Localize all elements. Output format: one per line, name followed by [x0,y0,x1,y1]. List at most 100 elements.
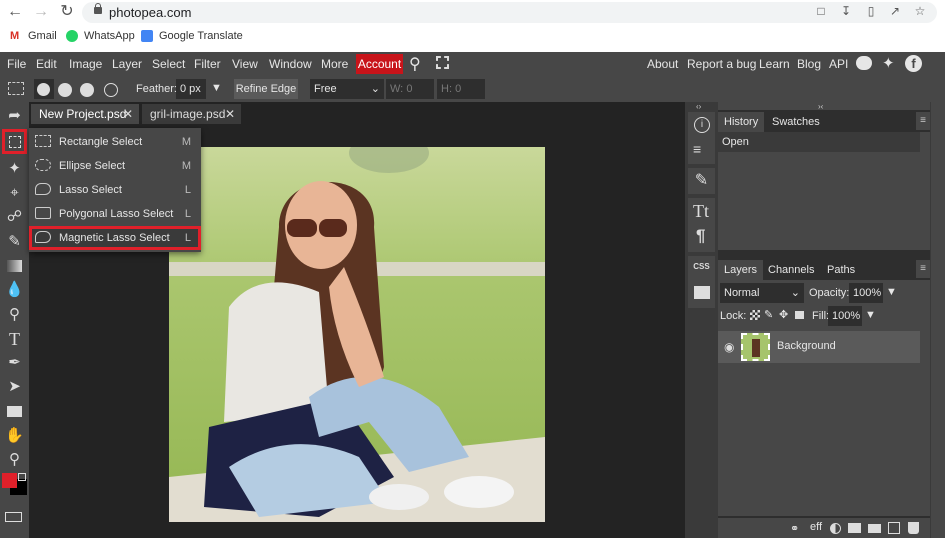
paragraph-icon[interactable]: ¶ [696,226,705,246]
install-icon[interactable]: ↧ [840,5,852,17]
brush-tool-icon[interactable]: ✎ [3,231,26,253]
blend-mode-select[interactable]: Normal ⌄ [720,283,804,303]
brush-panel-icon[interactable]: ✎ [688,168,715,194]
crop-tool-icon[interactable]: ⌖ [3,182,26,204]
hand-tool-icon[interactable]: ✋ [3,425,26,447]
forward-icon[interactable]: → [32,3,50,21]
bookmark-whatsapp[interactable]: WhatsApp [66,30,135,42]
folder-icon[interactable] [868,524,881,533]
menu-more[interactable]: More [321,57,348,71]
pen-tool-icon[interactable]: ✒ [3,352,26,374]
tab-new-project[interactable]: New Project.psd ✕ [31,104,139,124]
reddit-icon[interactable] [856,56,872,70]
mode-subtract-icon[interactable] [80,83,94,97]
page-icon[interactable]: ▯ [865,5,877,17]
back-icon[interactable]: ← [6,3,24,21]
height-input[interactable]: H: 0 [437,79,485,99]
star-icon[interactable]: ☆ [914,5,926,17]
opacity-dropdown-icon[interactable]: ▼ [886,286,897,298]
keyboard-icon[interactable] [5,512,22,522]
magic-wand-tool-icon[interactable]: ✦ [3,158,26,180]
css-icon[interactable]: CSS [691,262,712,271]
bookmark-gmail[interactable]: M Gmail [10,30,57,42]
opacity-input[interactable]: 100% [849,283,883,303]
lock-paint-icon[interactable]: ✎ [764,308,773,321]
share-icon[interactable]: ↗ [889,5,901,17]
menu-edit[interactable]: Edit [36,57,57,71]
mode-new-selection[interactable] [34,79,54,99]
menu-window[interactable]: Window [269,57,312,71]
zoom-tool-icon[interactable]: ⚲ [3,449,26,471]
shape-tool-icon[interactable] [3,401,26,423]
menu-item-polygonal-lasso-select[interactable]: Polygonal Lasso Select L [29,202,201,226]
blur-tool-icon[interactable]: 💧 [3,279,26,301]
facebook-icon[interactable]: f [905,55,922,72]
tab-swatches[interactable]: Swatches [766,112,826,132]
close-icon[interactable]: ✕ [123,104,133,124]
collapse-handle-icon[interactable]: ‹› [696,102,701,111]
path-select-tool-icon[interactable]: ➤ [3,376,26,398]
tab-history[interactable]: History [718,112,765,132]
marquee-tool-icon[interactable] [2,129,27,154]
swap-colors-icon[interactable] [18,473,26,481]
link-api[interactable]: API [829,57,848,71]
link-layers-icon[interactable]: ⚭ [790,522,799,535]
lock-transparency-icon[interactable] [750,310,760,320]
menu-layer[interactable]: Layer [112,57,142,71]
fill-input[interactable]: 100% [828,306,862,326]
menu-file[interactable]: File [7,57,26,71]
tab-channels[interactable]: Channels [762,260,820,280]
gradient-tool-icon[interactable] [3,255,26,277]
menu-select[interactable]: Select [152,57,185,71]
menu-image[interactable]: Image [69,57,102,71]
address-bar[interactable]: photopea.com [82,2,937,23]
feather-input[interactable]: 0 px [176,79,206,99]
image-icon[interactable] [694,286,710,299]
clipboard-icon[interactable]: □ [815,5,827,17]
close-icon[interactable]: ✕ [225,104,235,124]
link-report-bug[interactable]: Report a bug [687,57,756,71]
bookmark-google-translate[interactable]: Google Translate [141,30,243,42]
mask-icon[interactable] [848,523,861,533]
adjustment-layer-icon[interactable] [830,523,841,534]
dodge-tool-icon[interactable]: ⚲ [3,304,26,326]
history-entry[interactable]: Open [718,132,920,152]
healing-tool-icon[interactable]: ☍ [3,206,26,228]
character-icon[interactable]: Tt [693,201,709,222]
search-icon[interactable]: ⚲ [409,54,421,74]
style-select[interactable]: Free ⌄ [310,79,384,99]
menu-item-magnetic-lasso-select[interactable]: Magnetic Lasso Select L [29,226,201,250]
fullscreen-icon[interactable] [436,56,449,69]
link-learn[interactable]: Learn [759,57,790,71]
adjustments-icon[interactable]: ≡ [693,142,701,156]
panel-menu-icon[interactable]: ≡ [916,260,930,278]
lock-all-icon[interactable] [795,311,804,319]
account-button[interactable]: Account [356,54,403,74]
feather-dropdown-icon[interactable]: ▼ [211,82,222,94]
trash-icon[interactable] [908,522,919,534]
menu-item-lasso-select[interactable]: Lasso Select L [29,178,201,202]
menu-filter[interactable]: Filter [194,57,221,71]
eye-icon[interactable]: ◉ [724,340,734,354]
fill-dropdown-icon[interactable]: ▼ [865,309,876,321]
new-layer-icon[interactable] [888,522,900,534]
menu-view[interactable]: View [232,57,258,71]
twitter-icon[interactable]: ✦ [882,54,895,72]
document-canvas[interactable] [169,147,545,522]
panel-menu-icon[interactable]: ≡ [916,112,930,130]
layer-row[interactable]: ◉ Background [718,331,920,363]
tab-gril-image[interactable]: gril-image.psd ✕ [142,104,241,124]
reload-icon[interactable]: ↻ [58,3,76,21]
effects-icon[interactable]: eff [810,521,822,533]
tab-paths[interactable]: Paths [821,260,861,280]
mode-intersect-icon[interactable] [104,83,118,97]
lock-move-icon[interactable]: ✥ [779,308,788,321]
foreground-color-swatch[interactable] [2,473,17,488]
tab-layers[interactable]: Layers [718,260,764,280]
menu-item-rectangle-select[interactable]: Rectangle Select M [29,130,201,154]
info-icon[interactable]: i [694,117,710,133]
type-tool-icon[interactable]: T [3,328,26,350]
mode-add-icon[interactable] [58,83,72,97]
link-blog[interactable]: Blog [797,57,821,71]
menu-item-ellipse-select[interactable]: Ellipse Select M [29,154,201,178]
